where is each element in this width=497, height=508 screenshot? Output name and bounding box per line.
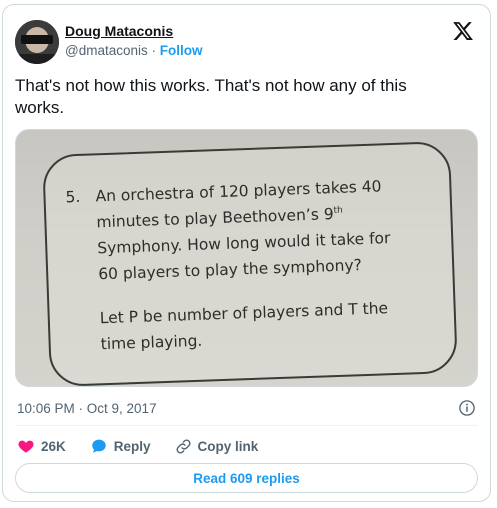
info-icon[interactable] [458,399,476,417]
superscript-th: th [333,205,343,216]
reply-bubble-icon [92,439,106,453]
tweet-text: That's not how this works. That's not ho… [15,75,455,119]
reply-label: Reply [113,438,151,454]
tweet-text-line-2: works. [15,98,65,117]
author-block: Doug Mataconis @dmataconis · Follow [65,23,203,59]
handle-separator: · [151,43,157,58]
problem-text: 5. An orchestra of 120 players takes 40 … [65,171,443,357]
problem-box: 5. An orchestra of 120 players takes 40 … [42,140,458,386]
author-name[interactable]: Doug Mataconis [65,23,203,40]
tweet-text-line-1: That's not how this works. That's not ho… [15,76,407,95]
divider [15,425,478,426]
author-handle[interactable]: @dmataconis [65,43,148,58]
avatar[interactable] [15,20,59,64]
x-logo-icon[interactable] [452,20,474,42]
tweet-card: Doug Mataconis @dmataconis · Follow That… [2,4,491,502]
timestamp[interactable]: 10:06 PM · Oct 9, 2017 [17,401,157,416]
action-bar: 26K Reply Copy link [17,436,282,456]
reply-button[interactable]: Reply [90,437,151,455]
heart-icon [18,440,34,453]
like-count: 26K [41,438,66,454]
read-replies-button[interactable]: Read 609 replies [15,463,478,493]
problem-number: 5. [65,187,81,207]
copy-link-label: Copy link [197,438,259,454]
copy-link-button[interactable]: Copy link [175,438,259,455]
follow-button[interactable]: Follow [160,43,203,58]
link-icon [176,438,191,454]
tweet-photo[interactable]: 5. An orchestra of 120 players takes 40 … [15,129,478,387]
like-button[interactable]: 26K [17,437,66,455]
handle-row: @dmataconis · Follow [65,42,203,59]
